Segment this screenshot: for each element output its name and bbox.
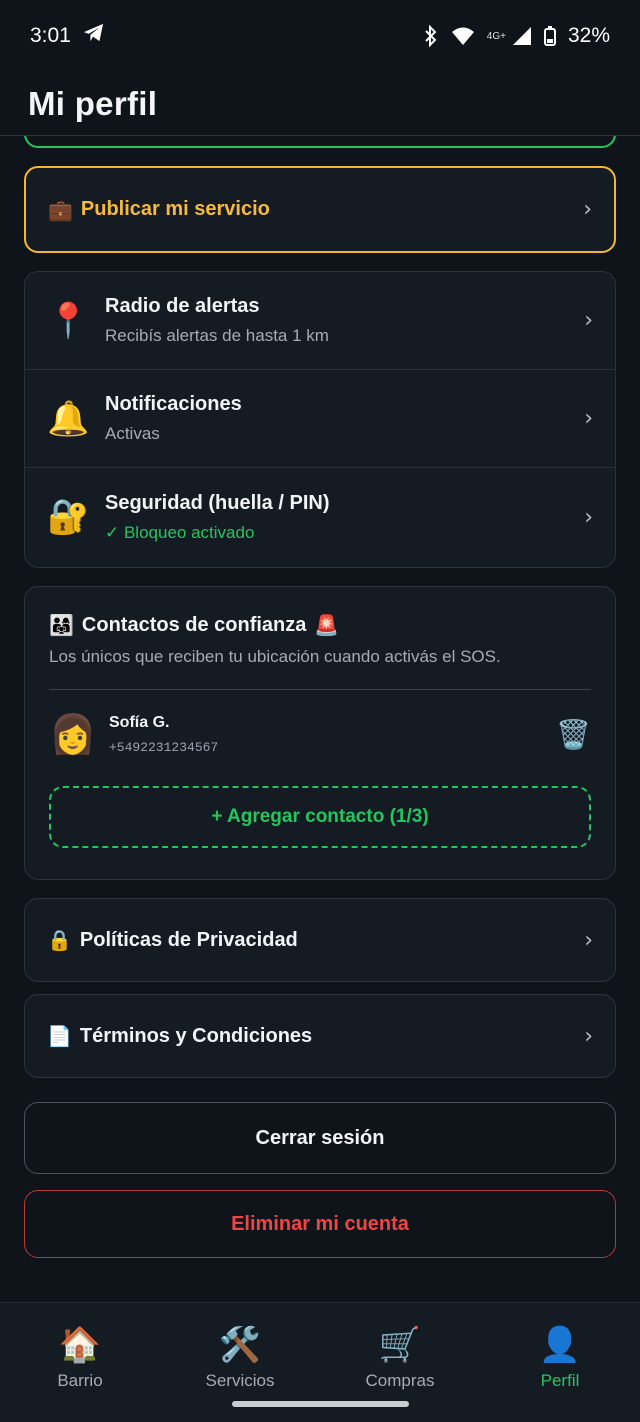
publish-service-button[interactable]: 💼 Publicar mi servicio › [24,166,616,253]
privacy-policy-link[interactable]: 🔒 Políticas de Privacidad › [24,898,616,982]
contact-phone: +5492231234567 [109,739,219,755]
contacts-description: Los únicos que reciben tu ubicación cuan… [49,647,501,666]
setting-subtitle: ✓ Bloqueo activado [105,522,255,542]
setting-title: Radio de alertas [105,295,260,317]
gesture-bar[interactable] [232,1401,409,1407]
setting-subtitle: Activas [105,424,160,443]
add-contact-button[interactable]: + Agregar contacto (1/3) [49,786,591,848]
network-label: 4G+ [486,30,506,42]
trash-icon[interactable]: 🗑️ [556,718,591,751]
setting-security[interactable]: 🔐 Seguridad (huella / PIN) ✓ Bloqueo act… [25,468,615,566]
nav-label: Compras [365,1371,435,1390]
signal-icon [512,26,532,46]
telegram-icon [83,23,105,49]
setting-title: Notificaciones [105,393,242,415]
setting-texts: Seguridad (huella / PIN) ✓ Bloqueo activ… [105,492,584,543]
lock-icon: 🔒 [47,928,72,952]
setting-title: Seguridad (huella / PIN) [105,491,330,514]
contact-name: Sofía G. [109,713,170,731]
nav-label: Barrio [57,1371,103,1390]
chevron-right-icon: › [584,406,593,431]
setting-texts: Notificaciones Activas [105,393,584,444]
status-bar: 3:01 4G+ 32% [0,0,640,72]
setting-alert-radius[interactable]: 📍 Radio de alertas Recibís alertas de ha… [25,272,615,370]
terms-link[interactable]: 📄 Términos y Condiciones › [24,994,616,1078]
battery-percent: 32% [567,24,610,47]
publish-label: Publicar mi servicio [80,198,270,220]
previous-card-edge [24,136,616,148]
contacts-title-text: Contactos de confianza [81,613,307,636]
house-icon: 🏠 [58,1325,102,1365]
contact-item: 👩 Sofía G. +5492231234567 🗑️ [49,690,591,778]
terms-label: Términos y Condiciones [79,1024,313,1047]
chevron-right-icon: › [583,197,592,222]
privacy-label: Políticas de Privacidad [79,928,298,951]
logout-button[interactable]: Cerrar sesión [24,1102,616,1174]
app-header: Mi perfil [0,72,640,136]
bell-icon: 🔔 [47,398,90,439]
nav-label: Perfil [540,1371,580,1390]
bluetooth-icon [423,25,439,47]
pin-icon: 📍 [47,300,90,341]
family-icon: 👨‍👩‍👧 [49,613,74,637]
link-label-group: 📄 Términos y Condiciones [47,1024,312,1048]
chevron-right-icon: › [584,927,593,953]
profile-content[interactable]: 💼 Publicar mi servicio › 📍 Radio de aler… [0,136,640,1302]
avatar: 👩 [49,711,97,756]
delete-account-button[interactable]: Eliminar mi cuenta [24,1190,616,1258]
chevron-right-icon: › [584,504,593,530]
status-time: 3:01 [30,24,71,47]
link-label-group: 🔒 Políticas de Privacidad [47,928,298,952]
user-icon: 👤 [538,1325,582,1365]
setting-subtitle: Recibís alertas de hasta 1 km [105,326,329,345]
setting-texts: Radio de alertas Recibís alertas de hast… [105,295,584,346]
siren-icon: 🚨 [314,613,340,637]
battery-icon [543,26,556,46]
page-title: Mi perfil [28,84,158,122]
contact-texts: Sofía G. +5492231234567 [109,714,556,755]
wifi-icon [451,26,475,46]
nav-item-perfil[interactable]: 👤 Perfil [480,1303,640,1422]
setting-notifications[interactable]: 🔔 Notificaciones Activas › [25,370,615,468]
contacts-title: 👨‍👩‍👧 Contactos de confianza 🚨 [49,613,591,637]
document-icon: 📄 [47,1024,72,1048]
trusted-contacts-card: 👨‍👩‍👧 Contactos de confianza 🚨 Los único… [24,586,616,880]
status-right: 4G+ 32% [423,24,610,48]
briefcase-icon: 💼 [48,197,73,222]
chevron-right-icon: › [584,308,593,333]
nav-label: Servicios [205,1371,275,1390]
tools-icon: 🛠️ [218,1325,262,1365]
publish-label-group: 💼 Publicar mi servicio [48,198,270,222]
nav-item-barrio[interactable]: 🏠 Barrio [0,1303,160,1422]
chevron-right-icon: › [584,1023,593,1049]
settings-card: 📍 Radio de alertas Recibís alertas de ha… [24,271,616,568]
cart-icon: 🛒 [378,1325,422,1365]
status-left: 3:01 [30,23,105,49]
lock-key-icon: 🔐 [47,497,90,537]
